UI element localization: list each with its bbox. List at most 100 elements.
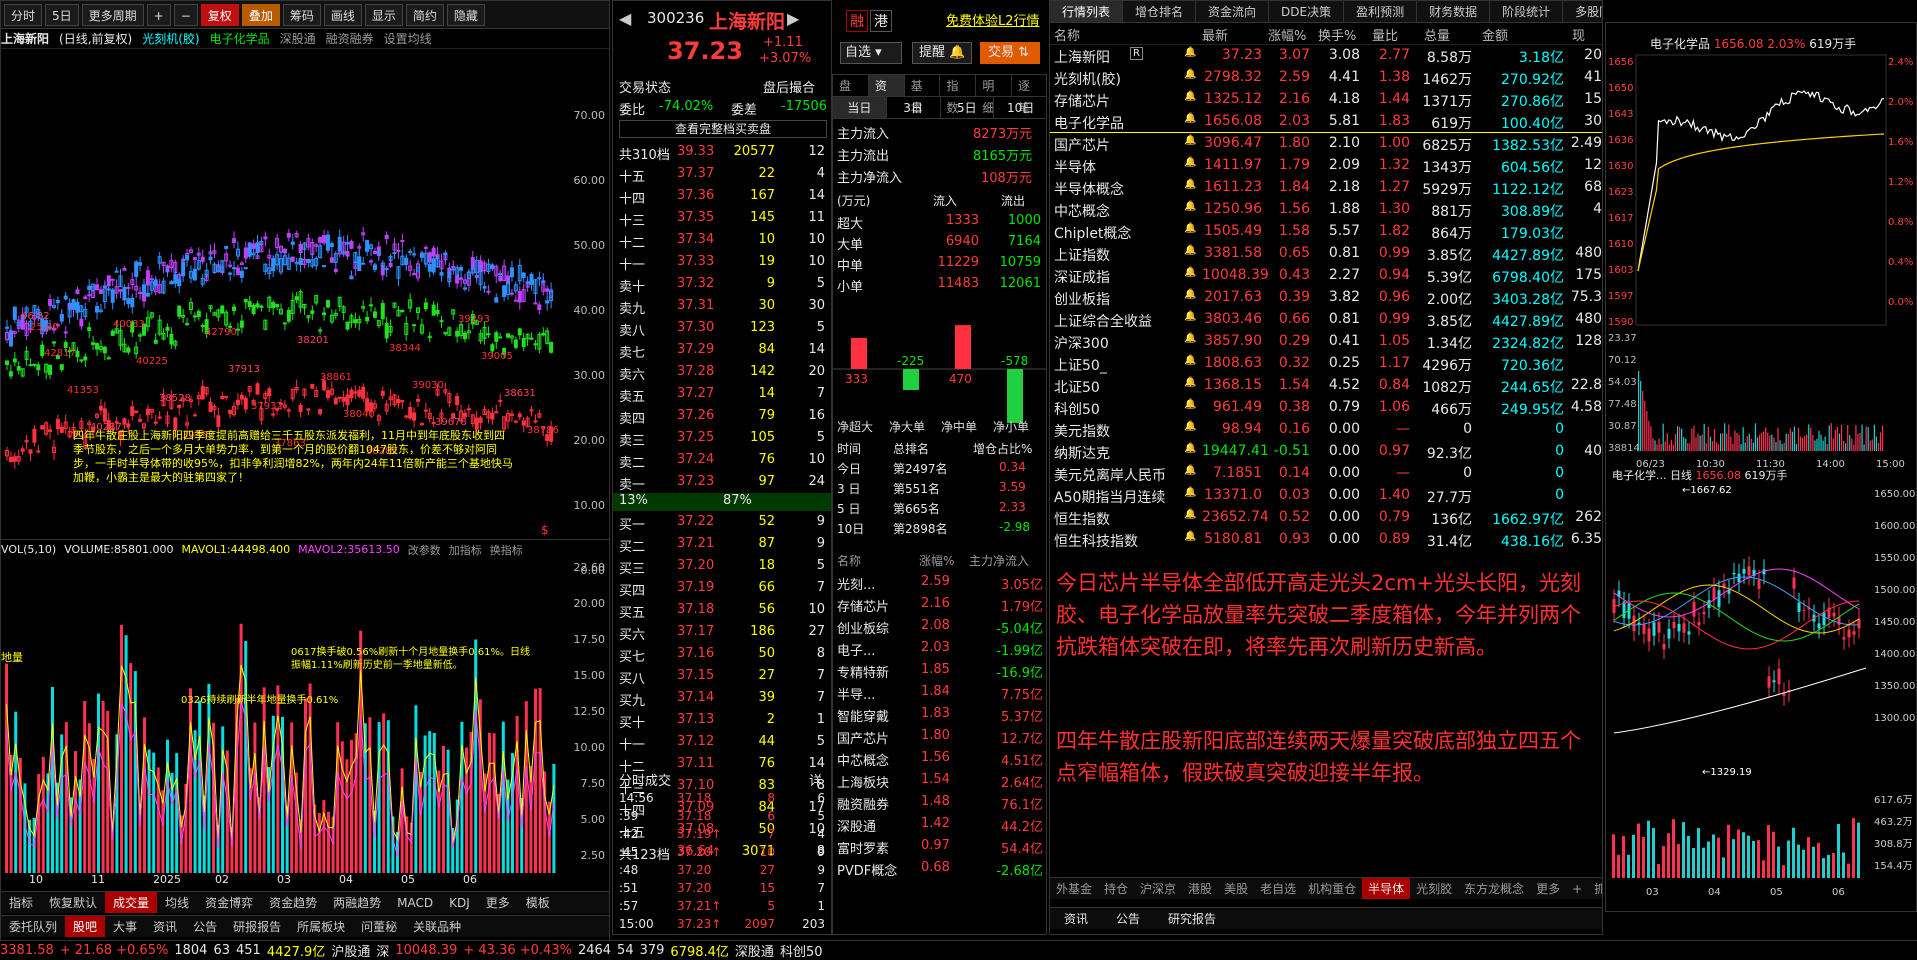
list-row[interactable]: 深证成指 🔔 10048.39 0.43 2.27 0.94 5.39亿 6798.40亿 17… (1050, 265, 1602, 287)
chart-tab-bottom_tabs1-9[interactable]: 更多 (478, 892, 518, 913)
bid-row[interactable]: 买一 37.22 52 9 (613, 511, 831, 533)
list-row[interactable]: 上证综合全收益 🔔 3803.46 0.66 0.81 0.99 3.85亿 4427.89亿… (1050, 309, 1602, 331)
list-tab-7[interactable]: 多股同列 (1563, 1, 1602, 22)
bid-row[interactable]: 买二 37.21 87 9 (613, 533, 831, 555)
bid-row[interactable]: 买八 37.15 27 7 (613, 665, 831, 687)
ask-row[interactable]: 卖四 37.26 79 16 (613, 405, 831, 427)
list-row[interactable]: 中芯概念 🔔 1250.96 1.56 1.88 1.30 881万 308.89亿 4 (1050, 199, 1602, 221)
hk-badge[interactable]: 港 (870, 10, 892, 32)
list-row[interactable]: 美元指数 🔔 98.94 0.16 0.00 — 0 0 (1050, 419, 1602, 441)
list-bottom-tab-8[interactable]: 光刻胶 (1410, 878, 1458, 899)
toolbar-btn-0[interactable]: 分时 (4, 3, 43, 26)
ask-row[interactable]: 十四 37.36 167 14 (613, 185, 831, 207)
toolbar-btn-6[interactable]: 叠加 (241, 3, 280, 26)
ask-row[interactable]: 卖一 37.23 97 24 (613, 471, 831, 493)
list-bottom-tab-1[interactable]: 持仓 (1098, 878, 1134, 899)
sector-row[interactable]: 深股通 1.42 44.2亿 (833, 813, 1046, 835)
chart-tab-bottom_tabs2-2[interactable]: 大事 (105, 916, 145, 937)
flow-tab-5[interactable]: 逐笔 (1012, 75, 1046, 115)
sector-row[interactable]: 富时罗素 0.97 54.4亿 (833, 835, 1046, 857)
toolbar-btn-10[interactable]: 简约 (405, 3, 444, 26)
chart-tab-bottom_tabs1-8[interactable]: KDJ (441, 892, 478, 913)
bid-row[interactable]: 买七 37.16 50 8 (613, 643, 831, 665)
link-shengutong[interactable]: 深股通 (280, 30, 316, 47)
list-tab-4[interactable]: 盈利预测 (1344, 1, 1418, 22)
flow-tab-0[interactable]: 盘口 (833, 75, 869, 115)
mini-kline-chart[interactable]: 1650.00 1600.00 1550.00 1500.00 1450.00 1400.… (1606, 483, 1917, 903)
toolbar-btn-11[interactable]: 隐藏 (446, 3, 485, 26)
ask-row[interactable]: 卖十 37.32 9 5 (613, 273, 831, 295)
list-info-tab-1[interactable]: 公告 (1102, 908, 1154, 929)
list-row[interactable]: 北证50 🔔 1368.15 1.54 4.52 0.84 1082万 244.65亿 22.8 (1050, 375, 1602, 397)
list-head-1[interactable]: 最新 (1202, 25, 1228, 44)
list-bottom-tab-6[interactable]: 机构重仓 (1302, 878, 1362, 899)
list-row[interactable]: 纳斯达克 🔔 19447.41 -0.51 0.00 0.97 92.3亿 0 40 (1050, 441, 1602, 463)
ask-row[interactable]: 卖三 37.25 105 5 (613, 427, 831, 449)
bid-row[interactable]: 买十 37.13 2 1 (613, 709, 831, 731)
flow-period-0[interactable]: 当日 (833, 97, 887, 118)
ticks-detail-button[interactable]: 详 (809, 770, 822, 789)
list-row[interactable]: 美元兑离岸人民币 🔔 7.1851 0.14 0.00 — 0 0 (1050, 463, 1602, 485)
list-tab-1[interactable]: 增仓排名 (1123, 1, 1197, 22)
chart-tab-bottom_tabs1-10[interactable]: 模板 (518, 892, 558, 913)
toolbar-btn-7[interactable]: 筹码 (282, 3, 321, 26)
sgt-label[interactable]: 深股通 (735, 941, 774, 960)
list-head-6[interactable]: 金额 (1482, 25, 1508, 44)
list-bottom-tab-3[interactable]: 港股 (1182, 878, 1218, 899)
ask-row[interactable]: 卖二 37.24 76 10 (613, 449, 831, 471)
ask-row[interactable]: 十五 37.37 22 4 (613, 163, 831, 185)
chart-tab-bottom_tabs1-4[interactable]: 资金博弈 (197, 892, 261, 913)
list-bottom-tab-4[interactable]: 美股 (1218, 878, 1254, 899)
sector-row[interactable]: 专精特新 1.85 -16.9亿 (833, 659, 1046, 681)
list-bottom-tab-0[interactable]: 外基金 (1050, 878, 1098, 899)
sector-row[interactable]: 电子... 2.03 -1.99亿 (833, 637, 1046, 659)
toolbar-btn-1[interactable]: 5日 (45, 3, 79, 26)
sector-row[interactable]: 半导... 1.84 7.75亿 (833, 681, 1046, 703)
list-row[interactable]: 上海新阳 R 🔔 37.23 3.07 3.08 2.77 8.58万 3.18亿 20 (1050, 45, 1602, 67)
prev-stock-arrow[interactable]: ◀ (619, 9, 631, 28)
list-bottom-tab-7[interactable]: 半导体 (1362, 878, 1411, 899)
kc50-label[interactable]: 科创50 (780, 941, 823, 960)
toolbar-btn-8[interactable]: 画线 (323, 3, 362, 26)
list-row[interactable]: A50期指当月连续 🔔 13371.0 0.03 0.00 1.40 27.7万 0 (1050, 485, 1602, 507)
list-head-2[interactable]: 涨幅% (1268, 25, 1306, 44)
watchlist-button[interactable]: 自选 ▾ (840, 42, 902, 64)
list-tab-2[interactable]: 资金流向 (1196, 1, 1270, 22)
list-row[interactable]: 科创50 🔔 961.49 0.38 0.79 1.06 466万 249.95亿 4.58 (1050, 397, 1602, 419)
vol-link-add[interactable]: 加指标 (449, 542, 482, 558)
chart-tab-bottom_tabs2-5[interactable]: 研报报告 (225, 916, 289, 937)
ask-row[interactable]: 卖九 37.31 30 30 (613, 295, 831, 317)
toolbar-btn-5[interactable]: 复权 (200, 3, 239, 26)
ob-sell-total[interactable]: 共310档 39.33 20577 12 (613, 141, 831, 163)
flow-period-3[interactable]: 10日 (994, 97, 1046, 118)
chart-tab-bottom_tabs1-5[interactable]: 资金趋势 (261, 892, 325, 913)
list-row[interactable]: 恒生指数 🔔 23652.74 0.52 0.00 0.79 136亿 1662.97亿 262 (1050, 507, 1602, 529)
list-tab-0[interactable]: 行情列表 (1050, 1, 1124, 22)
flow-tab-4[interactable]: 明细 (976, 75, 1013, 115)
list-row[interactable]: 光刻机(胶) 🔔 2798.32 2.59 4.41 1.38 1462万 270.92亿 41 (1050, 67, 1602, 89)
list-row[interactable]: 创业板指 🔔 2017.63 0.39 3.82 0.96 2.00亿 3403.28亿 75.… (1050, 287, 1602, 309)
toolbar-btn-4[interactable]: − (173, 3, 198, 26)
flow-tab-1[interactable]: 资金 (868, 75, 905, 115)
list-head-3[interactable]: 换手% (1318, 25, 1356, 44)
sector-row[interactable]: 光刻... 2.59 3.05亿 (833, 571, 1046, 593)
full-book-button[interactable]: 查看完整档买卖盘 (619, 120, 827, 138)
flow-period-2[interactable]: 5日 (941, 97, 995, 118)
list-row[interactable]: Chiplet概念 🔔 1505.49 1.58 5.57 1.82 864万 179.03亿 (1050, 221, 1602, 243)
toolbar-btn-2[interactable]: 更多周期 (81, 3, 144, 26)
sector-row[interactable]: 融资融券 1.48 76.1亿 (833, 791, 1046, 813)
bid-row[interactable]: 买三 37.20 18 5 (613, 555, 831, 577)
chart-tab-bottom_tabs1-3[interactable]: 均线 (157, 892, 197, 913)
list-bottom-tab-9[interactable]: 东方龙概念 (1458, 878, 1530, 899)
list-row[interactable]: 恒生科技指数 🔔 5180.81 0.93 0.00 0.89 31.4亿 438.16亿 6.… (1050, 529, 1602, 551)
list-row[interactable]: 上证50_ 🔔 1808.63 0.32 0.25 1.17 4296万 720.36亿 (1050, 353, 1602, 375)
sector-row[interactable]: 上海板块 1.54 2.64亿 (833, 769, 1046, 791)
list-tab-5[interactable]: 财务数据 (1417, 1, 1491, 22)
chart-tab-bottom_tabs2-0[interactable]: 委托队列 (1, 916, 65, 937)
margin-badge[interactable]: 融 (846, 10, 868, 32)
chart-tab-bottom_tabs1-6[interactable]: 两融趋势 (325, 892, 389, 913)
chart-tab-bottom_tabs2-6[interactable]: 所属板块 (289, 916, 353, 937)
list-head-5[interactable]: 总量 (1424, 25, 1450, 44)
overlay-dianzi[interactable]: 电子化学品 (210, 30, 270, 47)
list-row[interactable]: 上证指数 🔔 3381.58 0.65 0.81 0.99 3.85亿 4427.89亿 480 (1050, 243, 1602, 265)
